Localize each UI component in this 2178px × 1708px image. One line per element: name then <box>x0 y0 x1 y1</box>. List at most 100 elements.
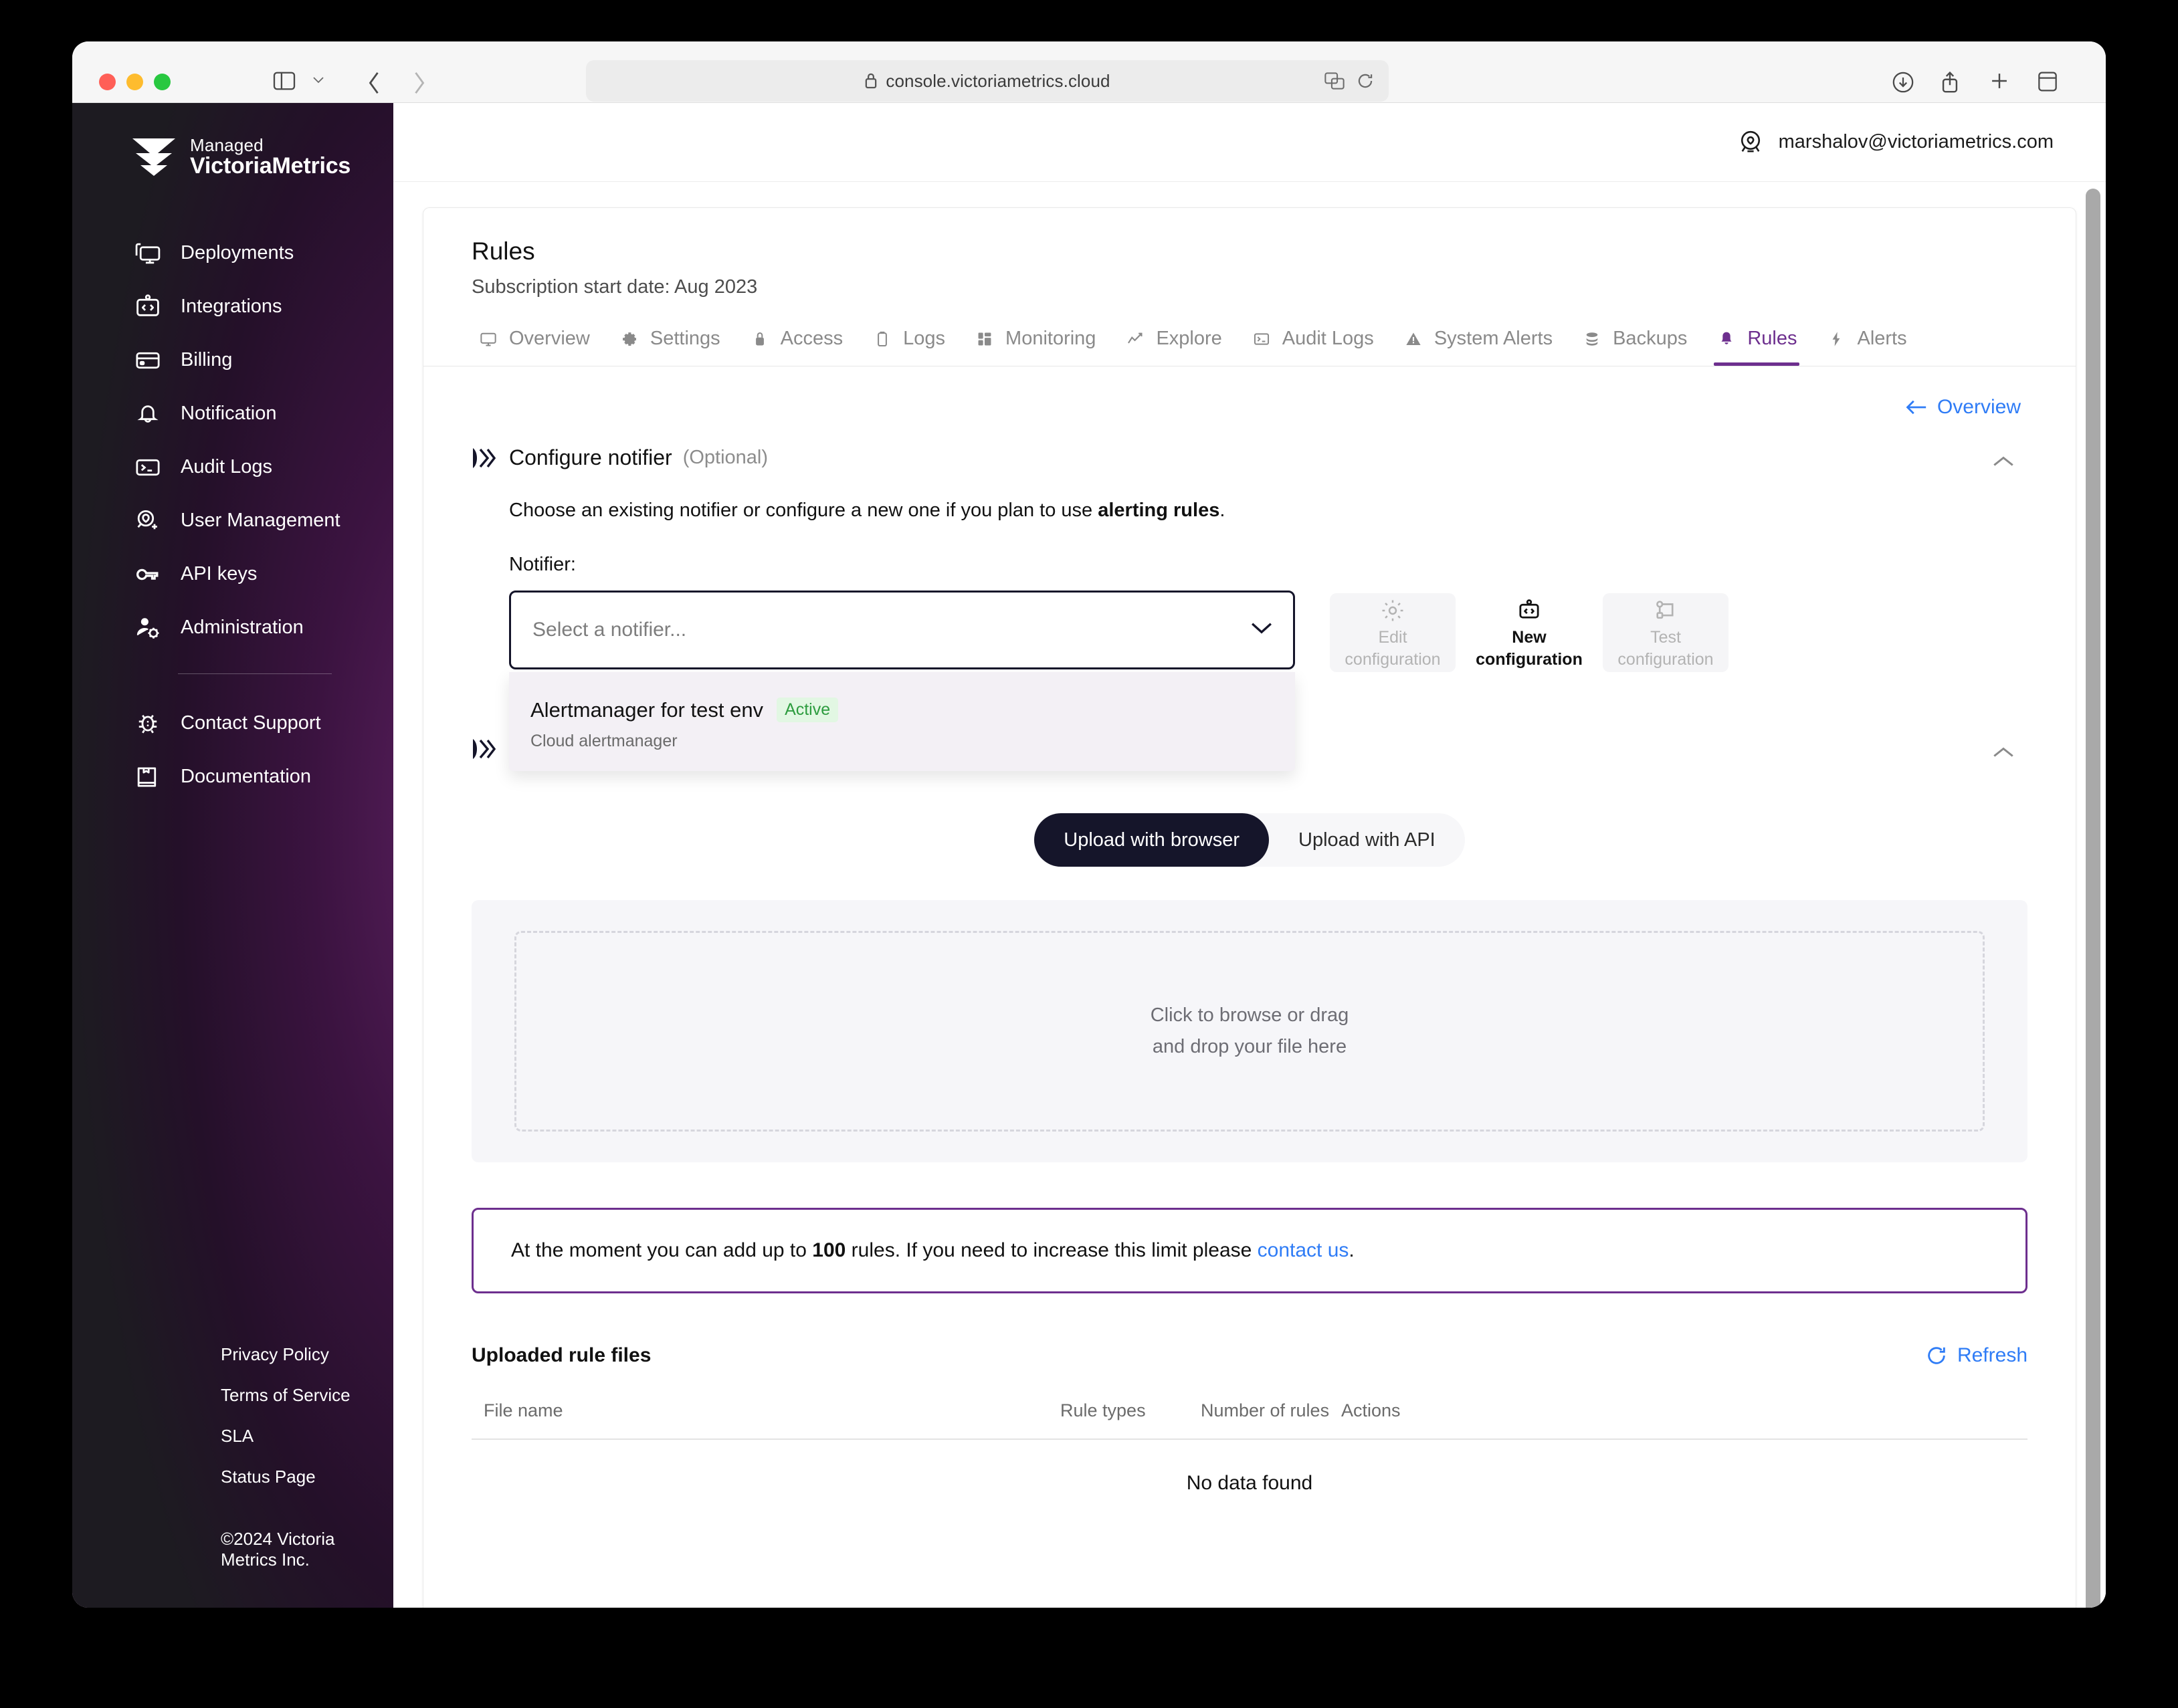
app-root: Managed VictoriaMetrics Deployments Inte… <box>72 103 2106 1608</box>
notifier-controls-row: Select a notifier... Alertmanager for te… <box>509 591 2027 771</box>
terminal-icon <box>1252 330 1272 348</box>
sidebar-item-label: Deployments <box>181 242 294 264</box>
download-icon[interactable] <box>1892 71 1914 94</box>
legal-link-status-page[interactable]: Status Page <box>221 1467 393 1487</box>
sidebar-item-integrations[interactable]: Integrations <box>72 280 393 334</box>
tab-settings[interactable]: Settings <box>605 321 735 366</box>
file-dropzone[interactable]: Click to browse or drag and drop your fi… <box>514 931 1985 1132</box>
warning-triangle-icon <box>1403 330 1423 348</box>
refresh-button[interactable]: Refresh <box>1925 1344 2027 1367</box>
uploaded-files-title: Uploaded rule files <box>472 1344 652 1366</box>
sidebar-item-api-keys[interactable]: API keys <box>72 548 393 601</box>
tab-overview[interactable]: Overview <box>464 321 605 366</box>
status-badge: Active <box>777 698 839 722</box>
sidebar-item-billing[interactable]: Billing <box>72 334 393 387</box>
new-configuration-button[interactable]: New configuration <box>1466 593 1592 672</box>
sidebar-chevron-down-icon[interactable] <box>312 75 325 84</box>
top-bar: marshalov@victoriametrics.com <box>393 103 2106 182</box>
user-gear-icon <box>134 614 162 642</box>
sidebar-item-deployments[interactable]: Deployments <box>72 227 393 280</box>
column-header-actions: Actions <box>1341 1400 1401 1420</box>
sidebar-legal-links: Privacy Policy Terms of Service SLA Stat… <box>72 1344 393 1608</box>
segment-upload-with-api[interactable]: Upload with API <box>1269 813 1465 867</box>
collapse-notifier-button[interactable] <box>1989 447 2018 476</box>
tab-backups[interactable]: Backups <box>1567 321 1702 366</box>
bug-icon <box>134 710 162 738</box>
scrollbar-thumb[interactable] <box>2086 189 2100 1608</box>
tab-alerts[interactable]: Alerts <box>1811 321 1921 366</box>
edit-configuration-button[interactable]: Edit configuration <box>1330 593 1456 672</box>
section-optional-label: (Optional) <box>682 447 769 468</box>
tab-system-alerts[interactable]: System Alerts <box>1389 321 1567 366</box>
collapse-add-rules-button[interactable] <box>1989 738 2018 767</box>
sidebar-item-administration[interactable]: Administration <box>72 601 393 655</box>
notifier-description: Choose an existing notifier or configure… <box>509 500 2027 522</box>
notifier-option-subtitle: Cloud alertmanager <box>530 732 678 750</box>
sidebar-item-label: Billing <box>181 349 233 371</box>
sidebar-item-label: Contact Support <box>181 712 321 734</box>
tab-explore[interactable]: Explore <box>1110 321 1236 366</box>
new-tab-icon[interactable] <box>1989 71 2009 91</box>
brand-managed-label: Managed <box>190 135 264 155</box>
share-icon[interactable] <box>1940 71 1960 94</box>
tab-rules[interactable]: Rules <box>1702 321 1811 366</box>
notifier-select[interactable]: Select a notifier... <box>509 591 1295 669</box>
tab-logs[interactable]: Logs <box>858 321 960 366</box>
notifier-option-name: Alertmanager for test env <box>530 698 764 722</box>
chevron-down-icon[interactable] <box>1250 620 1274 636</box>
brand-logo[interactable]: Managed VictoriaMetrics <box>72 130 393 179</box>
table-empty-message: No data found <box>1186 1472 1313 1494</box>
sidebar-nav: Deployments Integrations Billing Notific… <box>72 227 393 655</box>
tab-label: Alerts <box>1857 328 1907 349</box>
notifier-dropdown-menu[interactable]: Alertmanager for test env Active Cloud a… <box>509 672 1295 771</box>
tab-overview-icon[interactable] <box>2038 71 2058 92</box>
nodes-icon <box>1653 596 1678 625</box>
contact-us-link[interactable]: contact us <box>1258 1239 1349 1261</box>
minimize-button[interactable] <box>126 74 143 90</box>
sidebar-item-user-management[interactable]: User Management <box>72 494 393 548</box>
maximize-button[interactable] <box>154 74 171 90</box>
tab-audit-logs[interactable]: Audit Logs <box>1237 321 1389 366</box>
legal-link-terms-of-service[interactable]: Terms of Service <box>221 1385 393 1406</box>
address-bar[interactable]: console.victoriametrics.cloud <box>586 60 1389 102</box>
browser-toolbar: console.victoriametrics.cloud <box>72 41 2106 103</box>
key-icon <box>134 560 162 589</box>
tab-label: Settings <box>650 328 720 349</box>
notifier-option[interactable]: Alertmanager for test env Active Cloud a… <box>530 698 1274 751</box>
page-title: Rules <box>472 237 535 265</box>
back-to-overview-link[interactable]: Overview <box>472 366 2027 419</box>
page-header: Rules Subscription start date: Aug 2023 <box>423 208 2076 298</box>
sidebar-item-label: User Management <box>181 510 340 532</box>
tab-label: Overview <box>509 328 590 349</box>
sidebar-item-documentation[interactable]: Documentation <box>72 750 393 804</box>
book-icon <box>134 763 162 791</box>
translate-icon[interactable] <box>1324 72 1345 90</box>
code-badge-icon <box>1516 596 1542 625</box>
close-button[interactable] <box>99 74 116 90</box>
edit-configuration-line2: configuration <box>1345 650 1441 669</box>
tab-access[interactable]: Access <box>735 321 858 366</box>
vm-chevrons-icon <box>472 447 496 469</box>
rules-panel: Overview Configure notifier (Optional) C… <box>423 366 2076 1495</box>
configure-notifier-header: Configure notifier (Optional) <box>472 445 2027 470</box>
back-arrow-icon[interactable] <box>367 71 381 95</box>
tab-monitoring[interactable]: Monitoring <box>960 321 1110 366</box>
sidebar-item-label: Integrations <box>181 296 282 318</box>
limit-note-value: 100 <box>812 1239 846 1261</box>
sidebar-item-notification[interactable]: Notification <box>72 387 393 441</box>
column-header-rule-types: Rule types <box>1060 1400 1146 1420</box>
sidebar-item-audit-logs[interactable]: Audit Logs <box>72 441 393 494</box>
test-configuration-button[interactable]: Test configuration <box>1603 593 1728 672</box>
reload-icon[interactable] <box>1357 72 1374 90</box>
forward-arrow-icon[interactable] <box>412 71 427 95</box>
page-scrollbar[interactable] <box>2086 189 2100 1608</box>
sidebar-toggle-icon[interactable] <box>273 71 296 91</box>
bell-icon <box>1716 330 1737 348</box>
segment-upload-with-browser[interactable]: Upload with browser <box>1034 813 1269 867</box>
sidebar-item-contact-support[interactable]: Contact Support <box>72 697 393 750</box>
limit-note-prefix: At the moment you can add up to <box>511 1239 813 1261</box>
column-header-number-of-rules: Number of rules <box>1201 1400 1330 1420</box>
user-account-chip[interactable]: marshalov@victoriametrics.com <box>1737 129 2054 156</box>
legal-link-sla[interactable]: SLA <box>221 1426 393 1447</box>
legal-link-privacy-policy[interactable]: Privacy Policy <box>221 1344 393 1365</box>
